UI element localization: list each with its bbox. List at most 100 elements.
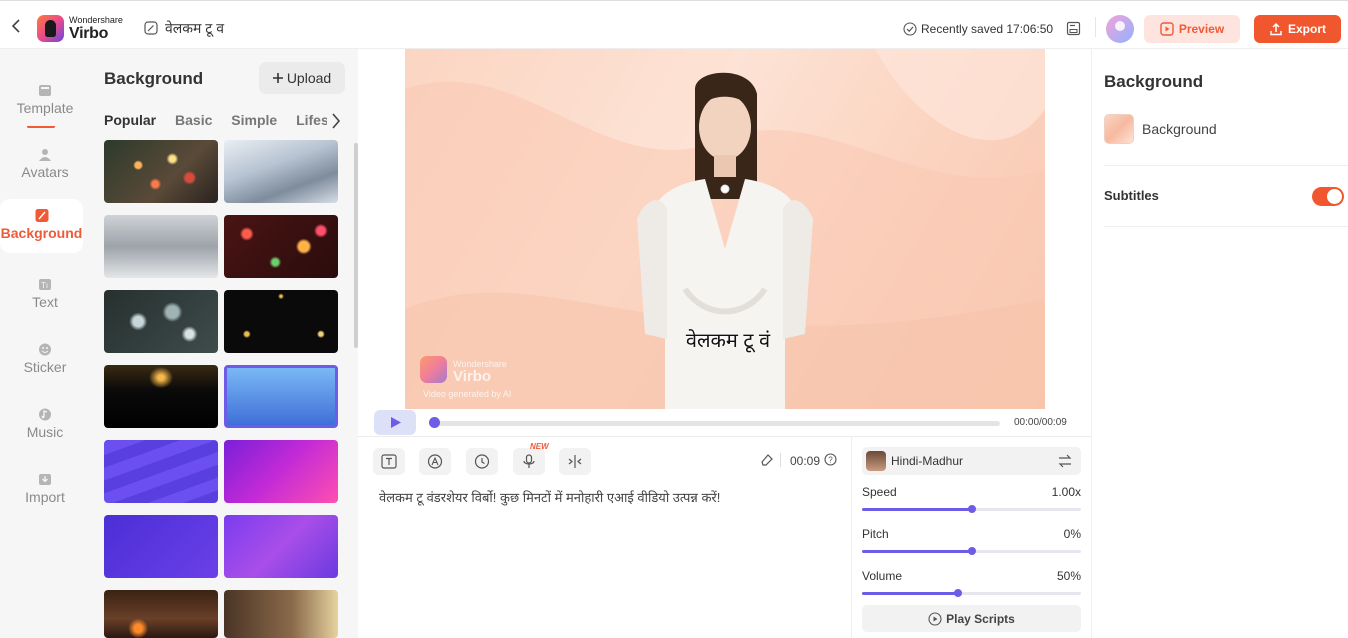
music-icon <box>39 408 51 421</box>
voice-name: Hindi-Madhur <box>891 454 964 468</box>
volume-slider[interactable] <box>862 589 1081 597</box>
background-thumbnail[interactable] <box>104 515 218 578</box>
export-button[interactable]: Export <box>1254 15 1341 43</box>
project-title[interactable]: वेलकम टू व <box>165 19 224 38</box>
play-button[interactable] <box>374 410 416 435</box>
nav-template[interactable]: Template <box>0 78 90 132</box>
volume-label: Volume <box>862 569 903 583</box>
user-avatar[interactable] <box>1106 15 1134 43</box>
preview-button[interactable]: Preview <box>1144 15 1240 43</box>
volume-slider-fill <box>862 592 959 595</box>
clear-eraser-icon[interactable] <box>760 453 774 467</box>
new-badge: NEW <box>530 442 549 451</box>
background-thumbnail[interactable] <box>224 290 338 353</box>
volume-value: 50% <box>1056 569 1081 583</box>
toolbar-divider <box>1095 17 1096 37</box>
tabs-next-button[interactable] <box>327 109 347 133</box>
nav-label: Music <box>26 424 64 440</box>
play-circle-icon <box>928 611 942 626</box>
nav-label: Sticker <box>23 359 67 375</box>
background-thumbnail[interactable] <box>224 140 338 203</box>
video-canvas[interactable] <box>405 49 1045 409</box>
script-editor[interactable]: वेलकम टू वंडरशेयर विर्बो! कुछ मिनटों में… <box>379 488 720 506</box>
background-thumbnail[interactable] <box>224 590 338 638</box>
logo-brand: Wondershare <box>69 15 123 25</box>
voice-avatar <box>866 451 886 471</box>
separator <box>1104 226 1348 227</box>
background-thumbnail[interactable] <box>224 515 338 578</box>
text-icon: Tı <box>39 279 51 290</box>
split-button[interactable] <box>559 448 591 475</box>
microphone-icon <box>523 454 535 468</box>
speed-value: 1.00x <box>1051 485 1081 499</box>
background-swatch[interactable] <box>1104 114 1134 144</box>
pitch-slider-fill <box>862 550 972 553</box>
avatar-icon <box>39 149 51 161</box>
pause-timing-button[interactable] <box>466 448 498 475</box>
subtitles-label: Subtitles <box>1104 188 1159 203</box>
background-thumbnail[interactable] <box>104 140 218 203</box>
swap-voice-icon[interactable] <box>1058 454 1072 468</box>
tab-popular[interactable]: Popular <box>104 112 156 128</box>
pitch-slider-knob[interactable] <box>967 547 976 555</box>
background-thumbnail[interactable] <box>104 440 218 503</box>
background-thumbnail[interactable] <box>104 365 218 428</box>
background-thumbnail[interactable] <box>224 215 338 278</box>
nav-label: Background <box>0 225 83 241</box>
top-bar: Wondershare Virbo वेलकम टू व Recently sa… <box>0 0 1348 49</box>
save-icon[interactable] <box>1066 21 1081 36</box>
timeline-track[interactable] <box>430 421 1000 426</box>
timeline-playhead[interactable] <box>429 417 440 428</box>
back-arrow-icon[interactable] <box>9 18 25 34</box>
help-icon[interactable]: ? <box>824 453 837 466</box>
app-window: Wondershare Virbo वेलकम टू व Recently sa… <box>0 0 1348 638</box>
tab-simple[interactable]: Simple <box>231 112 277 128</box>
nav-music[interactable]: Music <box>0 402 90 456</box>
svg-text:Tı: Tı <box>41 281 48 290</box>
tab-basic[interactable]: Basic <box>175 112 212 128</box>
pronunciation-button[interactable] <box>419 448 451 475</box>
nav-import[interactable]: Import <box>0 467 90 521</box>
background-icon <box>35 209 48 222</box>
upload-label: Upload <box>286 70 332 86</box>
video-subtitle[interactable]: वेलकम टू वं <box>663 326 793 353</box>
chevron-right-icon <box>332 113 341 129</box>
saved-check-icon <box>903 22 917 36</box>
upload-button[interactable]: Upload <box>259 62 345 94</box>
play-icon <box>1160 22 1174 36</box>
pitch-slider[interactable] <box>862 547 1081 555</box>
pitch-label: Pitch <box>862 527 889 541</box>
background-property-label: Background <box>1142 121 1217 137</box>
nav-text[interactable]: Tı Text <box>0 272 90 326</box>
nav-sticker[interactable]: Sticker <box>0 337 90 391</box>
nav-avatars[interactable]: Avatars <box>0 142 90 196</box>
watermark-name: Virbo <box>453 368 492 385</box>
separator <box>1104 165 1348 166</box>
svg-text:?: ? <box>828 456 833 465</box>
speed-slider-knob[interactable] <box>967 505 976 513</box>
background-thumbnail[interactable] <box>104 590 218 638</box>
background-thumbnail[interactable] <box>104 290 218 353</box>
split-icon <box>568 455 582 468</box>
background-thumbnail[interactable] <box>104 215 218 278</box>
speed-slider[interactable] <box>862 505 1081 513</box>
background-thumbnail[interactable] <box>224 365 338 428</box>
background-thumbnail[interactable] <box>224 440 338 503</box>
letter-a-icon <box>427 454 443 469</box>
insert-text-button[interactable] <box>373 448 405 475</box>
subtitles-toggle[interactable] <box>1312 187 1344 206</box>
voice-record-button[interactable] <box>513 448 545 475</box>
edit-title-icon[interactable] <box>144 21 158 35</box>
nav-label: Text <box>32 294 58 310</box>
virbo-logo-icon <box>37 15 64 42</box>
nav-background[interactable]: Background <box>0 199 83 253</box>
play-scripts-button[interactable]: Play Scripts <box>862 605 1081 632</box>
pitch-value: 0% <box>1063 527 1081 541</box>
play-scripts-label: Play Scripts <box>946 611 1015 626</box>
save-status: Recently saved 17:06:50 <box>921 22 1054 36</box>
upload-icon <box>1270 22 1282 36</box>
speed-label: Speed <box>862 485 897 499</box>
properties-title: Background <box>1104 72 1204 91</box>
clock-icon <box>474 454 490 469</box>
category-tabs: Popular Basic Simple Lifestyle <box>104 112 340 132</box>
